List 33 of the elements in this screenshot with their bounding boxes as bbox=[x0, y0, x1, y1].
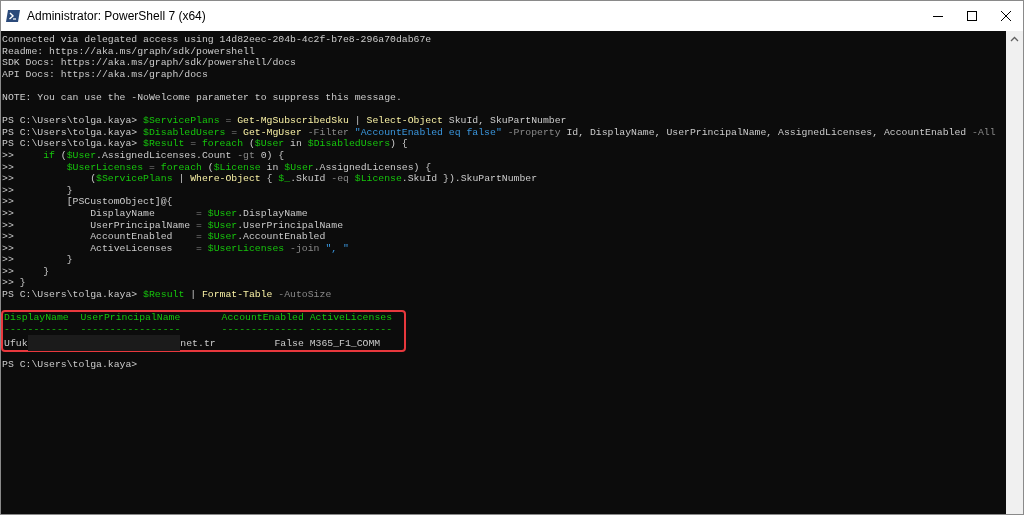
console-line: Connected via delegated access using 14d82eec-204b-4c2f-b7e8-296a70dab67e bbox=[2, 34, 432, 46]
scrollbar[interactable] bbox=[1006, 31, 1023, 514]
console-line: PS C:\Users\tolga.kaya> $ServicePlans = Get-MgSubscribedSku | Select-Object SkuId, SkuPartNumber bbox=[2, 115, 567, 127]
maximize-icon bbox=[966, 10, 978, 22]
console-line: >> ActiveLicenses = $UserLicenses -join ", " bbox=[2, 242, 349, 255]
table-cell: False bbox=[274, 337, 304, 350]
close-icon bbox=[1000, 10, 1012, 22]
terminal-icon bbox=[6, 10, 20, 22]
console-line: >> if ($User.AssignedLicenses.Count -gt 0) { bbox=[2, 149, 285, 162]
console-line: >> } bbox=[2, 184, 73, 197]
console-line: >> } bbox=[2, 277, 26, 290]
console-line: >> ($ServicePlans | Where-Object { $_.SkuId -eq $License.SkuId }).SkuPartNumber bbox=[2, 173, 538, 185]
console-line: PS C:\Users\tolga.kaya> $DisabledUsers = Get-MgUser -Filter "AccountEnabled eq false" -Property Id, DisplayName, UserPrincipalName, AssignedLicenses, AccountEnabled -All bbox=[2, 126, 996, 139]
table-cell: Ufuk bbox=[4, 337, 28, 350]
console-line: >> AccountEnabled = $User.AccountEnabled bbox=[2, 231, 326, 243]
console-line: >> } bbox=[2, 265, 50, 278]
console-line: SDK Docs: https://aka.ms/graph/sdk/powershell/docs bbox=[2, 57, 296, 69]
table-cell-text: M365_F1_COMM bbox=[308, 337, 381, 350]
console-line: >> DisplayName = $User.DisplayName bbox=[2, 207, 308, 220]
window-title: Administrator: PowerShell 7 (x64) bbox=[27, 9, 207, 23]
console-line: >> UserPrincipalName = $User.UserPrincipalName bbox=[2, 219, 343, 232]
console-line: PS C:\Users\tolga.kaya> $Result = foreach ($User in $DisabledUsers) { bbox=[2, 138, 408, 150]
console-line: >> [PSCustomObject]@{ bbox=[2, 196, 173, 208]
table-cell: net.tr bbox=[180, 337, 216, 350]
console-line: API Docs: https://aka.ms/graph/docs bbox=[2, 68, 208, 81]
table-header-line: DisplayName UserPrincipalName AccountEnabled ActiveLicenses bbox=[4, 312, 393, 324]
console-line: PS C:\Users\tolga.kaya> bbox=[2, 358, 138, 371]
table-rule-line: ----------- ----------------- -------------- -------------- bbox=[4, 323, 393, 336]
console-line: >> } bbox=[2, 254, 73, 266]
console-line: PS C:\Users\tolga.kaya> $Result | Format-Table -AutoSize bbox=[2, 289, 332, 301]
console-line: >> $UserLicenses = foreach ($License in $User.AssignedLicenses) { bbox=[2, 161, 432, 174]
console-line: NOTE: You can use the -NoWelcome parameter to suppress this message. bbox=[2, 91, 402, 104]
console-line: Readme: https://aka.ms/graph/sdk/powershell bbox=[2, 45, 255, 58]
